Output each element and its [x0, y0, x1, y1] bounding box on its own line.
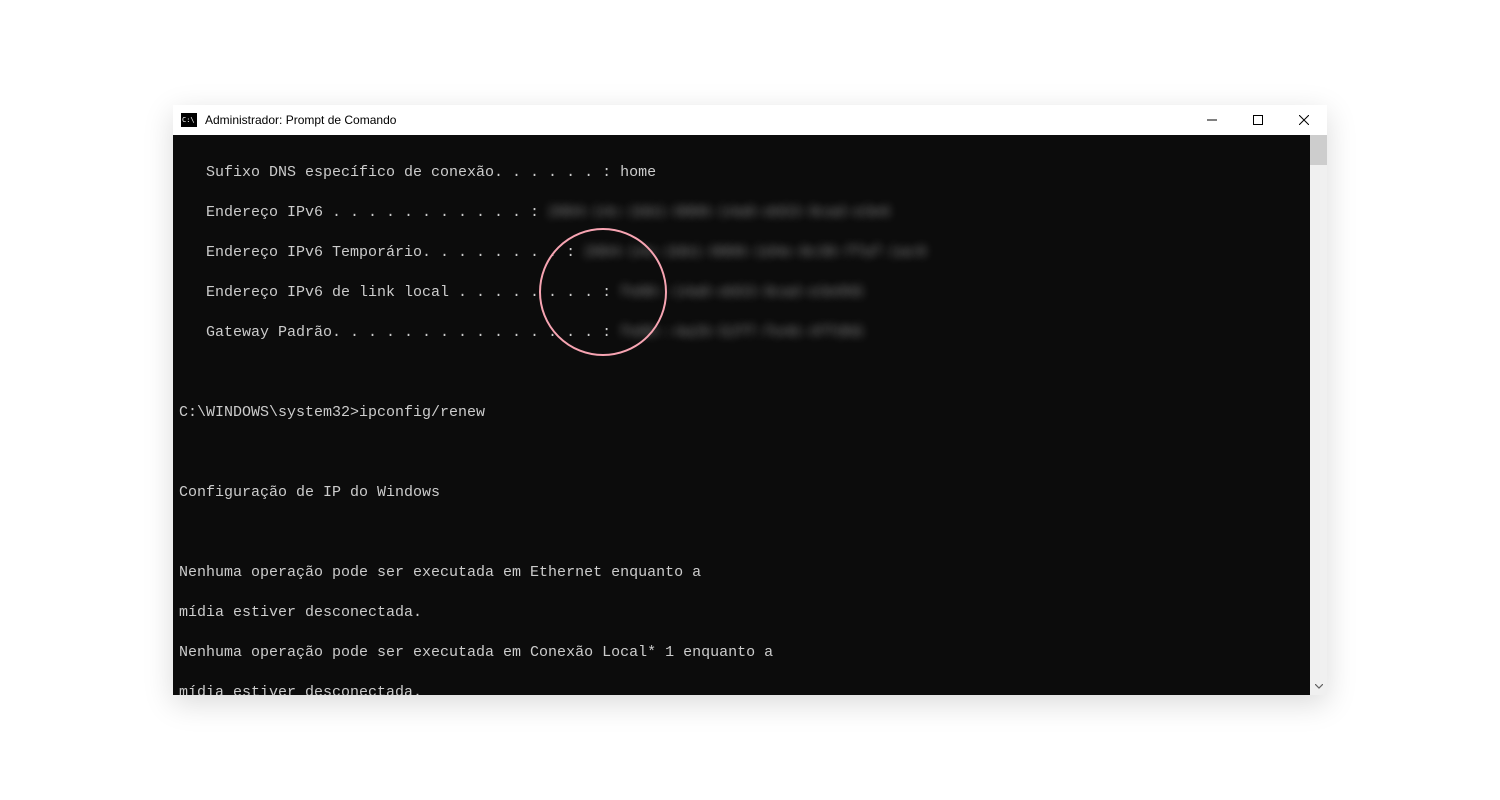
output-label: Endereço IPv6 . . . . . . . . . . . : — [179, 204, 539, 221]
output-line: Nenhuma operação pode ser executada em C… — [173, 643, 1310, 663]
prompt-line: C:\WINDOWS\system32>ipconfig/renew — [173, 403, 1310, 423]
output-line — [173, 363, 1310, 383]
terminal-area: Sufixo DNS específico de conexão. . . . … — [173, 135, 1327, 695]
output-line: Endereço IPv6 . . . . . . . . . . . : 28… — [173, 203, 1310, 223]
prompt-path: C:\WINDOWS\system32> — [179, 404, 359, 421]
output-label: Gateway Padrão. . . . . . . . . . . . . … — [179, 324, 611, 341]
output-line: Configuração de IP do Windows — [173, 483, 1310, 503]
output-line: Nenhuma operação pode ser executada em E… — [173, 563, 1310, 583]
window-title: Administrador: Prompt de Comando — [205, 113, 396, 127]
prompt-command: ipconfig/renew — [359, 404, 485, 421]
maximize-button[interactable] — [1235, 105, 1281, 135]
close-icon — [1299, 115, 1309, 125]
scroll-down-arrow[interactable] — [1310, 678, 1327, 695]
titlebar: Administrador: Prompt de Comando — [173, 105, 1327, 135]
minimize-button[interactable] — [1189, 105, 1235, 135]
close-button[interactable] — [1281, 105, 1327, 135]
maximize-icon — [1253, 115, 1263, 125]
output-line: Gateway Padrão. . . . . . . . . . . . . … — [173, 323, 1310, 343]
cmd-window: Administrador: Prompt de Comando Sufixo … — [173, 105, 1327, 695]
vertical-scrollbar[interactable] — [1310, 135, 1327, 695]
output-label: Endereço IPv6 Temporário. . . . . . . . … — [179, 244, 575, 261]
output-line: Endereço IPv6 Temporário. . . . . . . . … — [173, 243, 1310, 263]
chevron-down-icon — [1315, 684, 1323, 689]
output-line — [173, 443, 1310, 463]
scroll-thumb[interactable] — [1310, 135, 1327, 165]
output-line: mídia estiver desconectada. — [173, 683, 1310, 695]
titlebar-left: Administrador: Prompt de Comando — [181, 113, 396, 127]
output-label: Endereço IPv6 de link local . . . . . . … — [179, 284, 611, 301]
redacted-value: fe80::14a0:eb53:9cad:e3e6%5 — [611, 284, 863, 301]
terminal-output[interactable]: Sufixo DNS específico de conexão. . . . … — [173, 135, 1310, 695]
redacted-value: 2804:14c:1bb1:9806:1d4e:0c30:ffaf:1ac9 — [575, 244, 926, 261]
output-line: Endereço IPv6 de link local . . . . . . … — [173, 283, 1310, 303]
cmd-icon — [181, 113, 197, 127]
redacted-value: fe80::4a29:52ff:fe46:4ffd%5 — [611, 324, 863, 341]
output-line: Sufixo DNS específico de conexão. . . . … — [173, 163, 1310, 183]
redacted-value: 2804:14c:1bb1:9806:14a0:eb53:9cad:e3e6 — [539, 204, 890, 221]
window-controls — [1189, 105, 1327, 135]
minimize-icon — [1207, 115, 1217, 125]
output-line: mídia estiver desconectada. — [173, 603, 1310, 623]
output-line — [173, 523, 1310, 543]
